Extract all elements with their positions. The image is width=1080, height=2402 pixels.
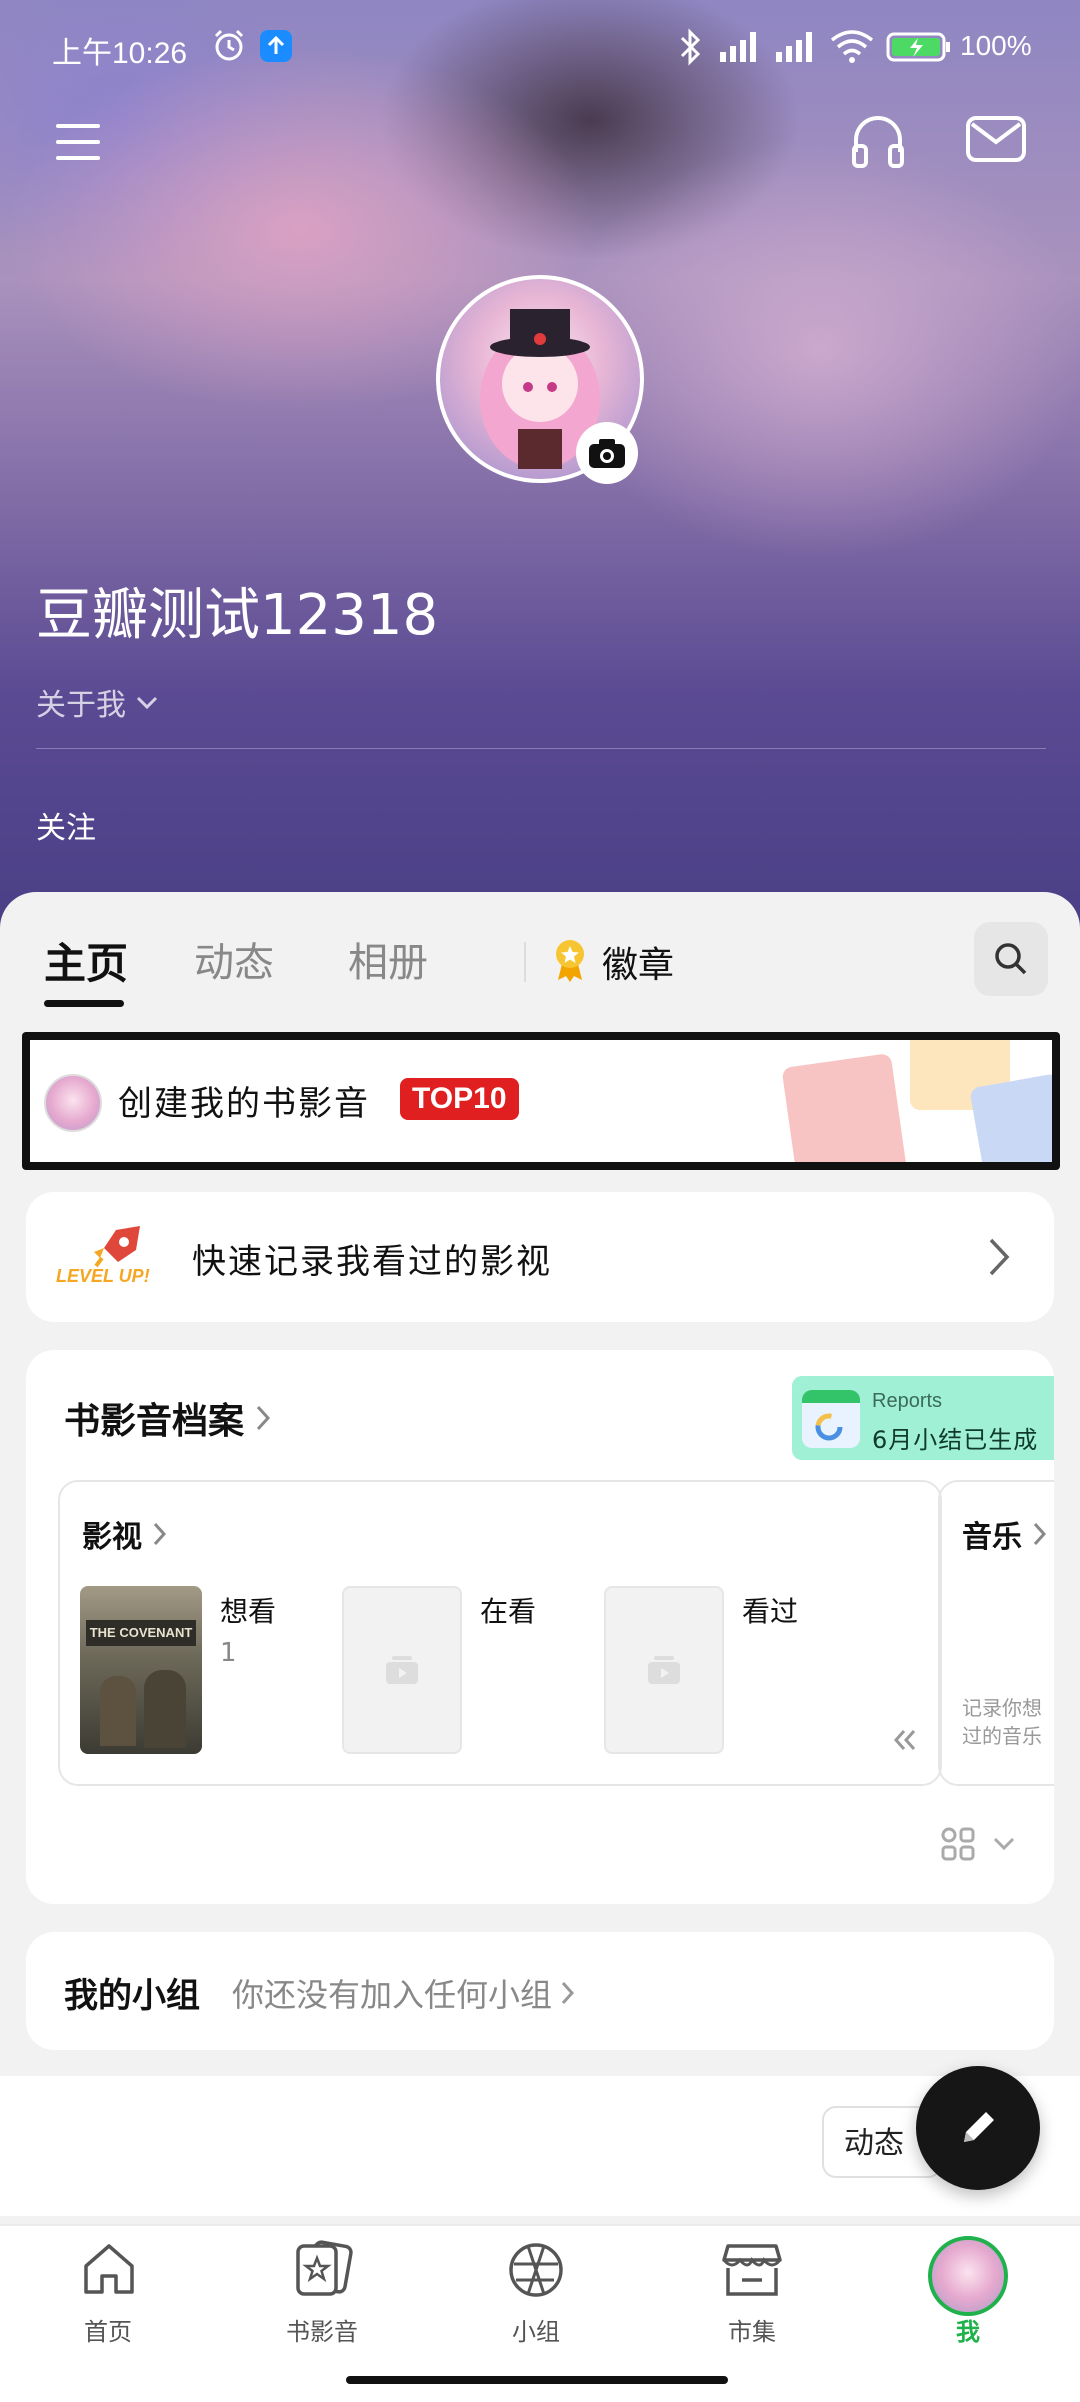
medal-icon: [552, 938, 588, 982]
tab-badges[interactable]: 徽章: [602, 936, 674, 988]
groups-card[interactable]: 我的小组 你还没有加入任何小组: [26, 1932, 1054, 2050]
archive-title: 书影音档案: [64, 1401, 245, 1442]
signal-icon-2: [772, 28, 820, 64]
movies-title-link[interactable]: 影视: [82, 1512, 168, 1556]
tabbar-label-me: 我: [956, 2318, 980, 2346]
groups-empty-text: 你还没有加入任何小组: [232, 1976, 553, 2014]
archive-title-link[interactable]: 书影音档案: [64, 1392, 272, 1444]
groups-title: 我的小组: [64, 1976, 200, 2016]
watching-label: 在看: [480, 1595, 537, 1628]
banner-text: 创建我的书影音: [118, 1084, 370, 1124]
movies-title: 影视: [82, 1520, 142, 1555]
chevron-right-icon: [153, 1522, 167, 1546]
follow-label[interactable]: 关注: [36, 803, 96, 847]
reports-icon: [802, 1390, 860, 1448]
about-me-label: 关于我: [36, 688, 126, 723]
music-title: 音乐: [962, 1520, 1022, 1555]
watched-placeholder[interactable]: [604, 1586, 724, 1754]
wifi-icon: [828, 28, 876, 64]
watching-placeholder[interactable]: [342, 1586, 462, 1754]
home-indicator[interactable]: [346, 2376, 728, 2384]
headphones-icon[interactable]: [848, 108, 908, 172]
search-button[interactable]: [974, 922, 1048, 996]
home-icon: [84, 2244, 134, 2294]
quick-record-card[interactable]: LEVEL UP! 快速记录我看过的影视: [26, 1192, 1054, 1322]
movies-box[interactable]: 影视 THE COVENANT 想看 1 在看 看过: [58, 1480, 942, 1786]
watched-label: 看过: [742, 1595, 799, 1628]
tab-indicator: [44, 1000, 124, 1007]
film-placeholder-icon: [386, 1656, 418, 1684]
star-card-icon: [296, 2240, 353, 2296]
store-icon: [722, 2244, 782, 2296]
chevron-right-icon: [256, 1405, 271, 1431]
music-box[interactable]: 音乐 记录你想 过的音乐: [938, 1480, 1054, 1786]
double-chevron-left-icon[interactable]: [892, 1728, 918, 1752]
battery-percent: 100%: [960, 30, 1032, 61]
signal-icon-1: [716, 28, 764, 64]
top10-badge: TOP10: [400, 1078, 519, 1120]
search-icon: [995, 943, 1027, 975]
bluetooth-icon: [670, 28, 710, 66]
chevron-right-icon: [561, 1981, 575, 2005]
poster-figure-2: [144, 1670, 186, 1748]
poster-title: THE COVENANT: [86, 1620, 196, 1646]
tabbar-label-market: 市集: [728, 2318, 776, 2346]
top10-banner[interactable]: 创建我的书影音 TOP10: [22, 1032, 1060, 1170]
camera-icon[interactable]: [576, 422, 638, 484]
reports-subtitle: 6月小结已生成: [872, 1426, 1039, 1454]
username: 豆瓣测试12318: [36, 583, 439, 648]
film-placeholder-icon: [648, 1656, 680, 1684]
layout-toggle[interactable]: [940, 1826, 1016, 1862]
chevron-right-icon: [1033, 1522, 1047, 1546]
want-count: 1: [220, 1638, 237, 1668]
groups-icon: [509, 2243, 563, 2297]
reports-banner[interactable]: Reports 6月小结已生成: [792, 1376, 1054, 1460]
about-me-toggle[interactable]: 关于我: [36, 680, 160, 724]
battery-icon: [886, 32, 952, 62]
quick-record-text: 快速记录我看过的影视: [192, 1242, 552, 1282]
want-label: 想看: [220, 1595, 277, 1628]
tabbar-item-groups[interactable]: 小组: [466, 2236, 606, 2346]
divider: [36, 748, 1046, 749]
groups-empty-link[interactable]: 你还没有加入任何小组: [232, 1970, 576, 2016]
tabbar-item-me[interactable]: 我: [898, 2236, 1038, 2346]
tab-feed[interactable]: 动态: [194, 930, 274, 988]
tabbar-label-media: 书影音: [286, 2318, 358, 2346]
compose-button[interactable]: [916, 2066, 1040, 2190]
chevron-down-icon: [993, 1837, 1015, 1851]
pencil-icon: [964, 2112, 994, 2142]
archive-card: 书影音档案 Reports 6月小结已生成 影视 THE COVENANT 想看…: [26, 1350, 1054, 1904]
tabbar-item-home[interactable]: 首页: [38, 2236, 178, 2346]
tabbar-item-media[interactable]: 书影音: [252, 2236, 392, 2346]
music-hint-2: 过的音乐: [962, 1724, 1042, 1748]
reports-title: Reports: [872, 1390, 943, 1412]
chevron-down-icon: [136, 696, 158, 710]
poster-figure-1: [100, 1676, 136, 1746]
chevron-right-icon: [989, 1238, 1010, 1276]
rocket-icon: LEVEL UP!: [56, 1222, 156, 1292]
tab-divider: [524, 942, 526, 982]
tabbar-label-groups: 小组: [512, 2318, 560, 2346]
movie-poster[interactable]: THE COVENANT: [80, 1586, 202, 1754]
tab-home[interactable]: 主页: [44, 930, 128, 991]
mail-icon[interactable]: [964, 112, 1028, 168]
tabbar-avatar: [928, 2236, 1008, 2316]
banner-avatar: [44, 1074, 102, 1132]
music-hint-1: 记录你想: [962, 1696, 1042, 1720]
music-title-link[interactable]: 音乐: [962, 1512, 1048, 1556]
status-time: 上午10:26: [52, 37, 188, 70]
alarm-icon: [212, 28, 246, 62]
tabbar-item-market[interactable]: 市集: [682, 2236, 822, 2346]
level-up-text: LEVEL UP!: [56, 1266, 150, 1286]
menu-icon[interactable]: [52, 118, 108, 166]
tab-album[interactable]: 相册: [348, 930, 428, 988]
grid-icon: [941, 1827, 975, 1861]
tabbar-label-home: 首页: [84, 2318, 132, 2346]
decor-card-red: [781, 1052, 909, 1162]
decor-card-blue: [969, 1073, 1052, 1162]
upload-app-icon: [260, 30, 292, 62]
